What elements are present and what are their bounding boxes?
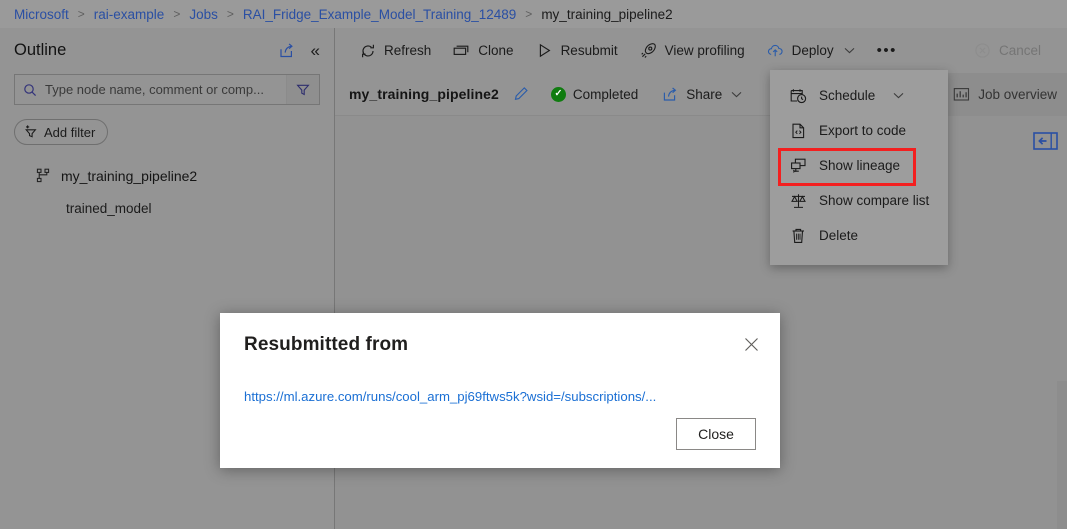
chevron-down-icon: [844, 47, 855, 54]
job-overview-tab[interactable]: Job overview: [943, 72, 1067, 116]
resubmitted-from-dialog: Resubmitted from https://ml.azure.com/ru…: [220, 313, 780, 468]
breadcrumb-separator: >: [226, 7, 234, 21]
outline-header: Outline «: [14, 28, 320, 72]
cancel-icon: [974, 42, 991, 59]
share-icon: [662, 87, 679, 102]
breadcrumb: Microsoft > rai-example > Jobs > RAI_Fri…: [0, 0, 1067, 28]
view-profiling-button[interactable]: View profiling: [630, 35, 755, 67]
chevron-down-icon: [893, 92, 904, 99]
menu-item-delete[interactable]: Delete: [770, 218, 948, 253]
clone-label: Clone: [478, 43, 514, 58]
search-icon: [15, 83, 45, 97]
share-button[interactable]: Share: [662, 87, 742, 102]
breadcrumb-item-jobs[interactable]: Jobs: [189, 7, 218, 22]
job-name: my_training_pipeline2: [349, 86, 499, 102]
main-toolbar: Refresh Clone Resubmit View profiling De…: [335, 28, 1067, 73]
tree-node-trained-model-label: trained_model: [66, 200, 152, 216]
add-filter-button[interactable]: Add filter: [14, 119, 109, 145]
resubmit-label: Resubmit: [560, 43, 618, 58]
schedule-icon: [790, 88, 807, 104]
share-label: Share: [686, 86, 723, 102]
view-profiling-label: View profiling: [664, 43, 745, 58]
menu-item-export-to-code[interactable]: Export to code: [770, 113, 948, 148]
export-code-icon: [790, 123, 807, 139]
dialog-title: Resubmitted from: [244, 334, 409, 355]
pipeline-icon: [36, 168, 52, 184]
tree-node-trained-model[interactable]: trained_model: [14, 195, 320, 221]
page-title: Outline: [14, 40, 67, 59]
resubmit-button[interactable]: Resubmit: [526, 35, 628, 67]
menu-item-schedule-label: Schedule: [819, 88, 876, 103]
job-subtoolbar: my_training_pipeline2 ✓ Completed Share: [335, 72, 1067, 116]
refresh-label: Refresh: [384, 43, 432, 58]
expand-panel-icon[interactable]: [1033, 132, 1058, 150]
breadcrumb-item-microsoft[interactable]: Microsoft: [14, 7, 69, 22]
resubmitted-from-link[interactable]: https://ml.azure.com/runs/cool_arm_pj69f…: [244, 389, 656, 404]
job-overview-label: Job overview: [978, 86, 1057, 102]
deploy-button[interactable]: Deploy: [757, 35, 865, 67]
close-icon[interactable]: [736, 329, 766, 359]
close-button[interactable]: Close: [676, 418, 756, 450]
collapse-sidebar-icon[interactable]: «: [311, 42, 320, 59]
cancel-label: Cancel: [998, 43, 1041, 58]
check-circle-icon: ✓: [550, 86, 566, 102]
outline-search-box[interactable]: [14, 74, 320, 105]
deploy-cloud-icon: [767, 42, 784, 59]
rocket-icon: [640, 42, 657, 59]
cancel-button[interactable]: Cancel: [964, 35, 1051, 67]
trash-icon: [790, 228, 807, 244]
clone-button[interactable]: Clone: [443, 35, 523, 67]
menu-item-export-to-code-label: Export to code: [819, 123, 907, 138]
breadcrumb-separator: >: [173, 7, 181, 21]
refresh-button[interactable]: Refresh: [349, 35, 441, 67]
menu-item-show-compare-list[interactable]: Show compare list: [770, 183, 948, 218]
menu-item-show-lineage-label: Show lineage: [819, 158, 901, 173]
menu-item-schedule[interactable]: Schedule: [770, 78, 948, 113]
menu-item-show-lineage[interactable]: Show lineage: [770, 148, 948, 183]
lineage-icon: [790, 158, 807, 174]
compare-icon: [790, 193, 807, 209]
deploy-label: Deploy: [791, 43, 834, 58]
edit-name-icon[interactable]: [513, 86, 529, 102]
breadcrumb-separator: >: [77, 7, 85, 21]
search-input[interactable]: [45, 75, 286, 104]
canvas-scrollbar[interactable]: [1057, 381, 1067, 529]
breadcrumb-separator: >: [525, 7, 533, 21]
chevron-down-icon: [731, 91, 742, 98]
add-filter-label: Add filter: [44, 124, 96, 140]
breadcrumb-item-current: my_training_pipeline2: [541, 6, 673, 22]
share-outline-icon[interactable]: [278, 42, 295, 59]
tree-node-pipeline-label: my_training_pipeline2: [61, 168, 198, 184]
filter-icon[interactable]: [286, 75, 319, 104]
overflow-menu: Schedule Export to code Show lineage Sho…: [770, 70, 948, 265]
play-icon: [536, 42, 553, 59]
breadcrumb-item-rai-example[interactable]: rai-example: [94, 7, 165, 22]
more-options-button[interactable]: •••: [867, 42, 907, 59]
outline-header-actions: «: [278, 42, 320, 59]
breadcrumb-item-job[interactable]: RAI_Fridge_Example_Model_Training_12489: [243, 7, 516, 22]
status-label: Completed: [572, 86, 639, 102]
outline-tree: my_training_pipeline2 trained_model: [14, 163, 320, 221]
menu-item-delete-label: Delete: [819, 228, 859, 243]
refresh-icon: [359, 42, 376, 59]
clone-icon: [453, 42, 470, 59]
menu-item-show-compare-list-label: Show compare list: [819, 193, 930, 208]
tree-node-pipeline[interactable]: my_training_pipeline2: [14, 163, 320, 189]
chart-icon: [953, 87, 970, 102]
status-badge: ✓ Completed: [550, 86, 639, 102]
